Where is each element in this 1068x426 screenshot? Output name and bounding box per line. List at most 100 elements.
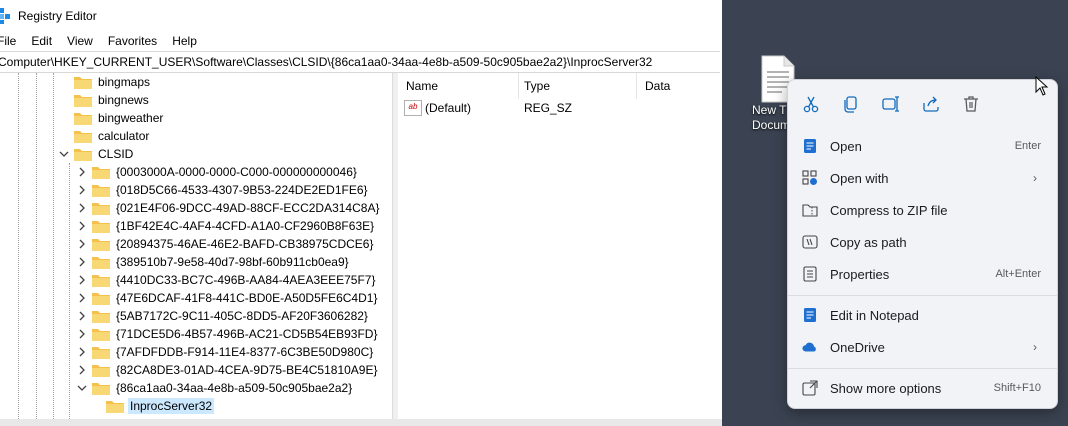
tree-item-label: bingmaps <box>98 75 151 89</box>
chevron-right-icon[interactable] <box>76 325 88 343</box>
menu-view[interactable]: View <box>67 34 93 48</box>
tree-item-label: {5AB7172C-9C11-405C-8DD5-AF20F3606282} <box>116 309 368 323</box>
delete-icon[interactable] <box>960 93 982 115</box>
menu-item-compress-zip[interactable]: Compress to ZIP file <box>794 195 1051 225</box>
menu-item-copy-path[interactable]: Copy as path <box>794 227 1051 257</box>
rename-icon[interactable] <box>880 93 902 115</box>
chevron-right-icon[interactable] <box>76 181 88 199</box>
value-row[interactable]: ab (Default) <box>404 99 522 117</box>
registry-editor-icon <box>0 7 12 25</box>
key-tree[interactable]: bingmaps bingnews bingweather calculator… <box>0 73 392 419</box>
mouse-cursor-icon <box>1035 75 1049 99</box>
tree-item-label: {71DCE5D6-4B57-496B-AC21-CD5B54EB93FD} <box>116 327 378 341</box>
tree-item[interactable]: {389510b7-9e58-40d7-98bf-60b911cb0ea9} <box>76 253 351 271</box>
chevron-right-icon[interactable] <box>76 361 88 379</box>
values-pane[interactable]: Name Type Data ab (Default) REG_SZ <box>398 73 722 419</box>
address-bar[interactable]: Computer\HKEY_CURRENT_USER\Software\Clas… <box>0 51 720 73</box>
menu-item-properties[interactable]: Properties Alt+Enter <box>794 259 1051 289</box>
tree-item-label: {389510b7-9e58-40d7-98bf-60b911cb0ea9} <box>116 255 349 269</box>
column-header-name[interactable]: Name <box>406 73 519 99</box>
folder-icon <box>92 309 110 323</box>
menu-item-show-more[interactable]: Show more options Shift+F10 <box>794 373 1051 403</box>
tree-item-selected[interactable]: InprocServer32 <box>102 397 215 415</box>
share-icon[interactable] <box>920 93 942 115</box>
tree-item[interactable]: bingmaps <box>70 73 152 91</box>
tree-item[interactable]: {021E4F06-9DCC-49AD-88CF-ECC2DA314C8A} <box>76 199 381 217</box>
more-options-icon <box>802 380 818 396</box>
tree-item[interactable]: {82CA8DE3-01AD-4CEA-9D75-BE4C51810A9E} <box>76 361 380 379</box>
chevron-right-icon: › <box>1033 340 1037 354</box>
menu-separator <box>788 368 1057 369</box>
menu-edit[interactable]: Edit <box>31 34 52 48</box>
folder-icon <box>106 399 124 413</box>
tree-item[interactable]: {5AB7172C-9C11-405C-8DD5-AF20F3606282} <box>76 307 370 325</box>
menu-favorites[interactable]: Favorites <box>108 34 157 48</box>
properties-icon <box>802 266 818 282</box>
column-header-type[interactable]: Type <box>524 73 637 99</box>
chevron-right-icon[interactable] <box>76 199 88 217</box>
tree-item[interactable]: {1BF42E4C-4AF4-4CFD-A1A0-CF2960B8F63E} <box>76 217 376 235</box>
menu-item-label: Compress to ZIP file <box>830 202 948 218</box>
column-header-data[interactable]: Data <box>645 73 721 99</box>
column-header-label: Data <box>645 79 671 93</box>
tree-item[interactable]: calculator <box>70 127 151 145</box>
tree-item-expanded[interactable]: {86ca1aa0-34aa-4e8b-a509-50c905bae2a2} <box>76 379 354 397</box>
menu-item-label: OneDrive <box>830 339 885 355</box>
chevron-right-icon[interactable] <box>76 217 88 235</box>
menu-file[interactable]: File <box>0 34 16 48</box>
folder-icon <box>74 93 92 107</box>
menu-item-open[interactable]: Open Enter <box>794 131 1051 161</box>
chevron-down-icon[interactable] <box>58 145 70 163</box>
chevron-right-icon[interactable] <box>76 307 88 325</box>
title-bar[interactable]: Registry Editor <box>0 0 722 32</box>
desktop-file-label-line: New T <box>752 103 787 117</box>
folder-icon <box>92 183 110 197</box>
folder-icon <box>92 237 110 251</box>
tree-item-label: {4410DC33-BC7C-496B-AA84-4AEA3EEE75F7} <box>116 273 376 287</box>
folder-icon <box>92 273 110 287</box>
tree-item[interactable]: {7AFDFDDB-F914-11E4-8377-6C3BE50D980C} <box>76 343 375 361</box>
tree-item[interactable]: {20894375-46AE-46E2-BAFD-CB38975CDCE6} <box>76 235 376 253</box>
tree-guide <box>53 73 54 419</box>
quick-actions-bar <box>788 80 1057 128</box>
tree-guide <box>36 73 37 419</box>
menu-item-onedrive[interactable]: OneDrive › <box>794 332 1051 362</box>
chevron-right-icon[interactable] <box>76 235 88 253</box>
tree-item-clsid[interactable]: CLSID <box>58 145 135 163</box>
address-path[interactable]: Computer\HKEY_CURRENT_USER\Software\Clas… <box>0 55 652 69</box>
tree-item[interactable]: {018D5C66-4533-4307-9B53-224DE2ED1FE6} <box>76 181 370 199</box>
registry-editor-window: Registry Editor File Edit View Favorites… <box>0 0 722 426</box>
chevron-right-icon: › <box>1033 171 1037 185</box>
menu-item-open-with[interactable]: Open with › <box>794 163 1051 193</box>
tree-item[interactable]: bingweather <box>70 109 165 127</box>
menu-help[interactable]: Help <box>172 34 197 48</box>
tree-item[interactable]: {71DCE5D6-4B57-496B-AC21-CD5B54EB93FD} <box>76 325 379 343</box>
cut-icon[interactable] <box>800 93 822 115</box>
tree-item[interactable]: {4410DC33-BC7C-496B-AA84-4AEA3EEE75F7} <box>76 271 378 289</box>
desktop-file-label[interactable]: New T Docum <box>752 103 790 133</box>
chevron-right-icon[interactable] <box>76 271 88 289</box>
tree-item-label: bingnews <box>98 93 149 107</box>
tree-item-label: {0003000A-0000-0000-C000-000000000046} <box>116 165 357 179</box>
chevron-right-icon[interactable] <box>76 343 88 361</box>
open-with-icon <box>802 170 818 186</box>
menu-item-edit-notepad[interactable]: Edit in Notepad <box>794 300 1051 330</box>
chevron-down-icon[interactable] <box>76 379 88 397</box>
chevron-right-icon[interactable] <box>76 253 88 271</box>
menu-bar: File Edit View Favorites Help <box>0 32 722 50</box>
copy-icon[interactable] <box>840 93 862 115</box>
tree-item[interactable]: {47E6DCAF-41F8-441C-BD0E-A50D5FE6C4D1} <box>76 289 379 307</box>
tree-item[interactable]: bingnews <box>70 91 151 109</box>
menu-item-label: Edit in Notepad <box>830 307 919 323</box>
tree-item-label: {1BF42E4C-4AF4-4CFD-A1A0-CF2960B8F63E} <box>116 219 375 233</box>
value-data-cell <box>645 99 721 117</box>
folder-icon <box>92 201 110 215</box>
menu-item-shortcut: Alt+Enter <box>995 268 1041 280</box>
notepad-icon <box>802 307 818 323</box>
chevron-right-icon[interactable] <box>76 163 88 181</box>
tree-item[interactable]: {0003000A-0000-0000-C000-000000000046} <box>76 163 359 181</box>
folder-icon <box>92 219 110 233</box>
menu-item-label: Copy as path <box>830 234 907 250</box>
window-title: Registry Editor <box>18 9 97 23</box>
chevron-right-icon[interactable] <box>76 289 88 307</box>
